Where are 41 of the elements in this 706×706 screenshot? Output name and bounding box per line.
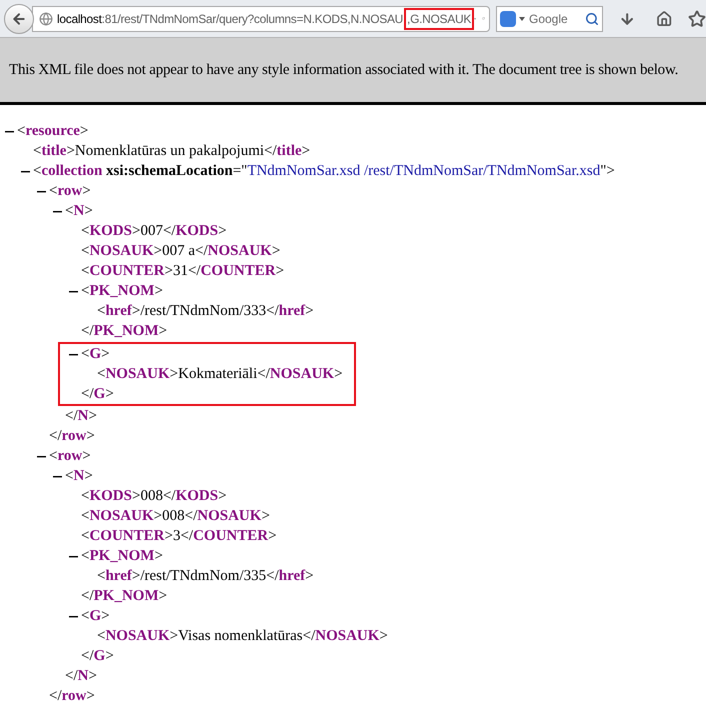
back-button[interactable]	[4, 4, 34, 34]
xml-line: </N>	[65, 666, 97, 686]
search-field[interactable]: Google	[496, 6, 604, 32]
xml-line: <collection xsi:schemaLocation="TNdmNomSar.xsd /rest/TNdmNomSar/TNdmNomSar.xsd">	[33, 162, 615, 181]
home-icon[interactable]	[656, 10, 672, 28]
xml-line: <PK_NOM>	[81, 546, 163, 566]
xml-line: <KODS>007</KODS>	[81, 222, 227, 241]
xml-line: <row>	[49, 182, 91, 201]
url-field[interactable]: localhost:81/rest/TNdmNomSar/query?columns=N.KODS,N.NOSAU ,G.NOSAUK	[32, 6, 490, 32]
xml-line: </row>	[49, 426, 95, 446]
globe-icon	[39, 12, 53, 26]
xml-line: <href>/rest/TNdmNom/335</href>	[97, 566, 314, 586]
xml-line: </PK_NOM>	[81, 322, 168, 341]
xml-line: <COUNTER>3</COUNTER>	[81, 526, 277, 546]
xml-line: <N>	[65, 466, 93, 486]
xml-line: <G>	[81, 606, 110, 626]
xml-line: <NOSAUK>007 a</NOSAUK>	[81, 242, 280, 261]
xml-line: <resource>	[17, 122, 88, 141]
xml-line: </row>	[49, 686, 95, 706]
xml-line: <href>/rest/TNdmNom/333</href>	[97, 302, 314, 321]
xml-line: </N>	[65, 406, 97, 426]
xml-line: <title>Nomenklatūras un pakalpojumi</title>	[33, 142, 310, 161]
caret-icon	[519, 16, 525, 20]
xml-line: <NOSAUK>008</NOSAUK>	[81, 506, 270, 526]
xml-line: <COUNTER>31</COUNTER>	[81, 262, 284, 281]
xml-line: <row>	[49, 446, 91, 466]
url-text: localhost:81/rest/TNdmNomSar/query?columns=N.KODS,N.NOSAU	[57, 10, 404, 28]
xml-line: <PK_NOM>	[81, 282, 163, 301]
search-engine-icon[interactable]	[500, 10, 516, 26]
xml-line: </PK_NOM>	[81, 586, 168, 606]
xml-line: <G>	[81, 344, 110, 364]
xml-line: <NOSAUK>Kokmateriāli</NOSAUK>	[97, 364, 343, 384]
xml-line: </G>	[81, 646, 114, 666]
xml-line: </G>	[81, 384, 114, 404]
highlighted-url-part: ,G.NOSAUK	[404, 8, 474, 30]
info-banner-text: This XML file does not appear to have any style information associated with it. The document tree is shown below.	[9, 60, 678, 80]
search-icon[interactable]	[585, 12, 600, 26]
star-icon[interactable]	[688, 10, 706, 28]
xml-line: <KODS>008</KODS>	[81, 486, 227, 506]
xml-line: <N>	[65, 202, 93, 221]
xml-line: <NOSAUK>Visas nomenklatūras</NOSAUK>	[97, 626, 388, 646]
